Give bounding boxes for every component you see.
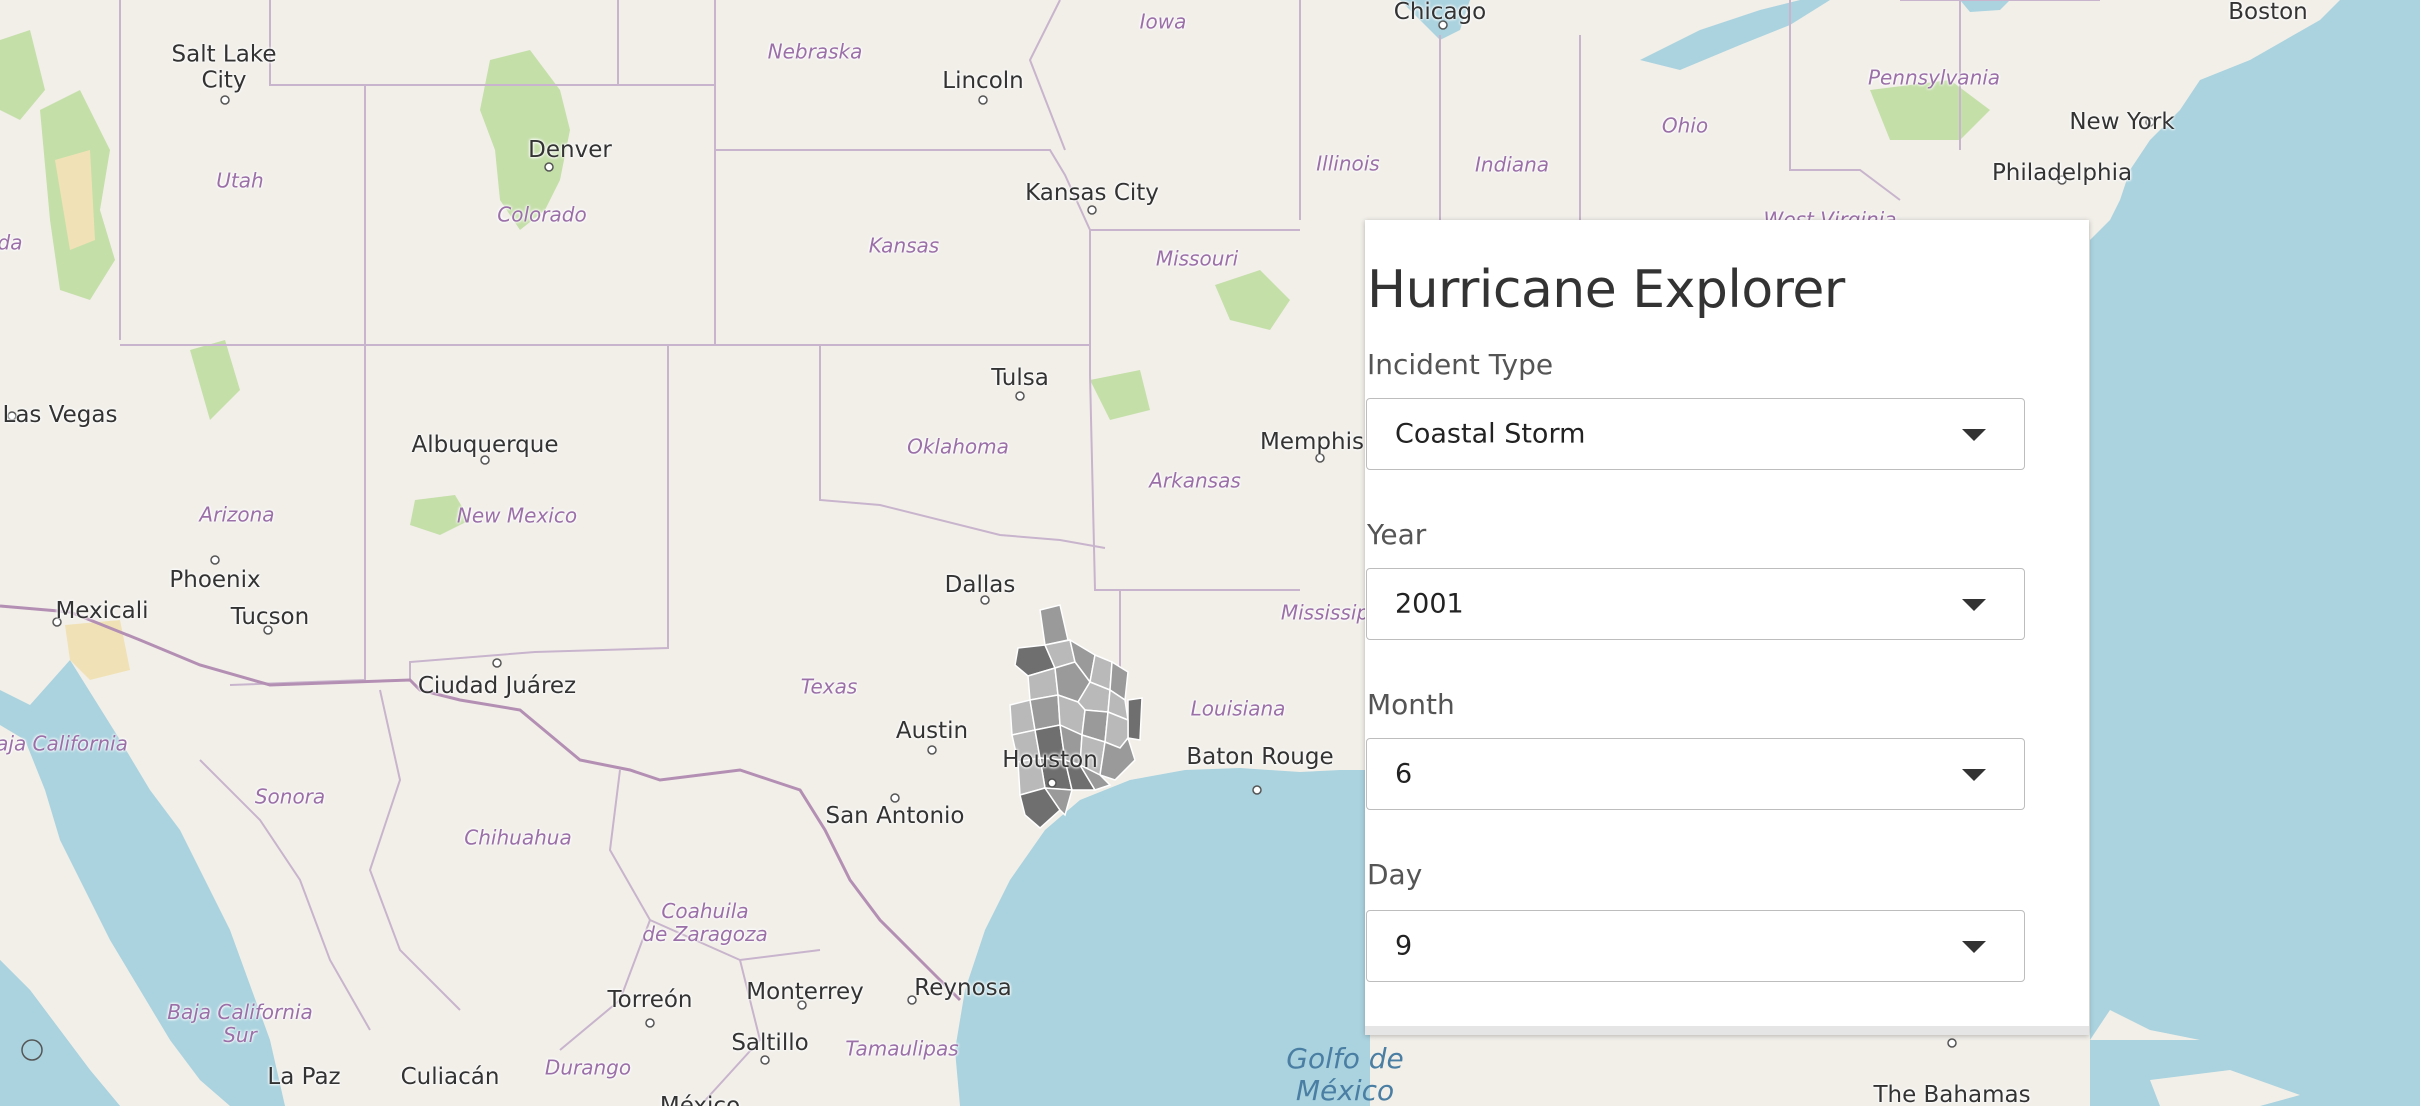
atlantic-ocean <box>2090 0 2420 1106</box>
day-label: Day <box>1367 858 1423 891</box>
incident-type-select[interactable]: Coastal Storm <box>1366 398 2025 470</box>
panel-footer-bar <box>1365 1026 2089 1035</box>
year-value: 2001 <box>1395 588 1464 620</box>
chevron-down-icon <box>1962 599 1986 611</box>
chevron-down-icon <box>1962 941 1986 953</box>
chevron-down-icon <box>1962 769 1986 781</box>
month-label: Month <box>1367 688 1455 721</box>
year-label: Year <box>1367 518 1427 551</box>
day-select[interactable]: 9 <box>1366 910 2025 982</box>
month-select[interactable]: 6 <box>1366 738 2025 810</box>
filter-panel: Hurricane Explorer Incident Type Coastal… <box>1365 220 2089 1035</box>
incident-type-value: Coastal Storm <box>1395 418 1586 450</box>
page-title: Hurricane Explorer <box>1367 260 1845 320</box>
app-root: Salt Lake City Lincoln Chicago Boston Ne… <box>0 0 2420 1106</box>
day-value: 9 <box>1395 930 1413 962</box>
incident-type-label: Incident Type <box>1367 348 1554 381</box>
chevron-down-icon <box>1962 429 1986 441</box>
month-value: 6 <box>1395 758 1413 790</box>
year-select[interactable]: 2001 <box>1366 568 2025 640</box>
